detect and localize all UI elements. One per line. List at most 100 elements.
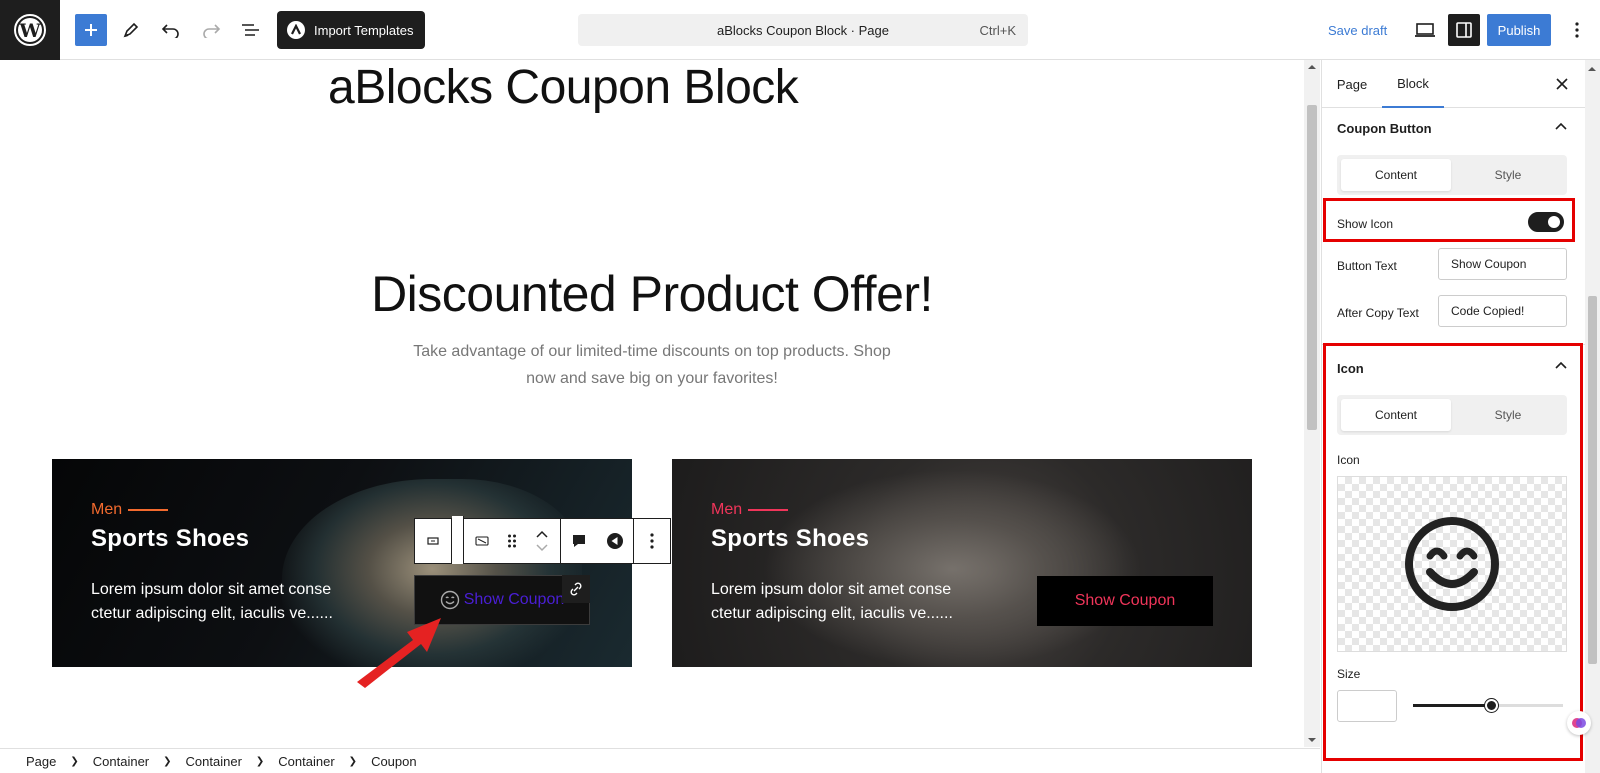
chevron-right-icon: ❯ (255, 755, 265, 767)
drag-handle[interactable] (500, 519, 524, 563)
chevron-up-icon[interactable] (536, 530, 548, 538)
card-description: Lorem ipsum dolor sit amet conse ctetur … (91, 581, 333, 622)
size-number-input[interactable] (1337, 690, 1397, 722)
document-title: aBlocks Coupon Block · Page (717, 23, 889, 38)
card-category-label: Men (711, 501, 743, 518)
ablocks-ai-button[interactable] (597, 519, 633, 563)
breadcrumb-item[interactable]: Page (26, 754, 56, 769)
svg-text:W: W (18, 20, 41, 42)
comment-button[interactable] (561, 519, 597, 563)
coupon-block-icon (475, 536, 489, 546)
section-subtitle[interactable]: Take advantage of our limited-time disco… (402, 338, 902, 392)
card-title: Sports Shoes (711, 525, 870, 552)
block-move-group (464, 519, 561, 563)
editor-canvas[interactable]: aBlocks Coupon Block Discounted Product … (0, 60, 1304, 747)
sidebar-scrollbar[interactable] (1585, 60, 1600, 773)
chevron-up-icon[interactable] (1555, 121, 1567, 133)
highlight-box (1323, 198, 1575, 242)
icon-content-style-tabs: Content Style (1337, 395, 1567, 435)
tab-page[interactable]: Page (1322, 60, 1382, 108)
sidebar-tabs: Page Block (1322, 60, 1585, 108)
document-overview-button[interactable] (235, 14, 267, 46)
undo-button[interactable] (155, 14, 187, 46)
block-toolbar (414, 516, 671, 564)
icon-picker[interactable] (1337, 476, 1567, 652)
scroll-up-icon[interactable] (1307, 64, 1317, 70)
more-options-button[interactable] (1565, 14, 1589, 46)
chevron-right-icon: ❯ (348, 755, 358, 767)
plus-icon (85, 24, 97, 36)
settings-toggle-button[interactable] (1448, 14, 1480, 46)
scroll-up-icon[interactable] (1587, 66, 1597, 72)
chevron-right-icon: ❯ (70, 755, 79, 767)
publish-button[interactable]: Publish (1487, 14, 1551, 46)
tab-style[interactable]: Style (1453, 399, 1563, 431)
breadcrumb-item[interactable]: Container (186, 754, 242, 769)
preview-button[interactable] (1409, 14, 1441, 46)
wordpress-logo-button[interactable]: W (0, 0, 60, 60)
shortcut-hint: Ctrl+K (979, 23, 1016, 38)
panel-title-icon[interactable]: Icon (1337, 361, 1364, 376)
chevron-up-icon[interactable] (1555, 360, 1567, 372)
chevron-down-icon[interactable] (536, 544, 548, 552)
tab-style[interactable]: Style (1453, 159, 1563, 191)
toolbar-gap (452, 516, 464, 564)
kebab-menu-icon (650, 533, 654, 549)
show-coupon-label: Show Coupon (1074, 592, 1176, 609)
list-view-icon (242, 24, 259, 36)
command-palette-bar[interactable]: aBlocks Coupon Block · Page Ctrl+K (578, 14, 1028, 46)
show-coupon-label: Show Coupon (463, 591, 565, 608)
pencil-icon (123, 22, 139, 38)
tab-content[interactable]: Content (1341, 159, 1451, 191)
save-draft-button[interactable]: Save draft (1328, 23, 1387, 38)
breadcrumb-item[interactable]: Container (93, 754, 149, 769)
size-slider-thumb[interactable] (1485, 699, 1498, 712)
card-title: Sports Shoes (91, 525, 250, 552)
after-copy-text-input[interactable]: Code Copied! (1438, 295, 1567, 327)
parent-select-group (415, 519, 452, 563)
show-coupon-button[interactable]: Show Coupon (1037, 576, 1213, 626)
import-templates-label: Import Templates (314, 22, 414, 38)
redo-icon (203, 24, 221, 38)
size-slider[interactable] (1413, 699, 1563, 712)
editor-scrollbar-thumb[interactable] (1307, 105, 1317, 430)
block-options-group (634, 519, 670, 563)
annotation-arrow-icon (357, 618, 441, 688)
link-edit-button[interactable] (562, 575, 590, 603)
button-text-input[interactable]: Show Coupon (1438, 248, 1567, 280)
desktop-icon (1415, 23, 1435, 37)
editor-scrollbar[interactable] (1304, 60, 1320, 747)
tools-button[interactable] (115, 14, 147, 46)
smile-icon (1405, 517, 1499, 611)
comment-icon (573, 535, 585, 547)
ablocks-logo-icon (287, 21, 305, 39)
breadcrumb-item[interactable]: Container (278, 754, 334, 769)
undo-icon (161, 24, 179, 38)
page-title[interactable]: aBlocks Coupon Block (328, 60, 799, 115)
size-label: Size (1337, 667, 1361, 681)
coupon-button-content-style-tabs: Content Style (1337, 155, 1567, 195)
select-parent-button[interactable] (415, 519, 451, 563)
add-block-button[interactable] (75, 14, 107, 46)
panel-title-coupon-button[interactable]: Coupon Button (1337, 121, 1432, 136)
category-line (748, 509, 789, 511)
coupon-card-men-2[interactable]: Men Sports Shoes Lorem ipsum dolor sit a… (672, 459, 1252, 667)
block-options-button[interactable] (634, 519, 670, 563)
card-description: Lorem ipsum dolor sit amet conse ctetur … (711, 581, 953, 622)
sidebar-scrollbar-thumb[interactable] (1588, 296, 1597, 664)
brain-icon (1572, 718, 1586, 728)
block-type-button[interactable] (464, 519, 500, 563)
tab-content[interactable]: Content (1341, 399, 1451, 431)
section-heading[interactable]: Discounted Product Offer! (0, 265, 1304, 323)
close-icon (1556, 78, 1568, 90)
import-templates-button[interactable]: Import Templates (277, 11, 425, 49)
ai-assistant-button[interactable] (1567, 711, 1591, 735)
after-copy-text-label: After Copy Text (1337, 306, 1419, 320)
sidebar-icon (1456, 22, 1472, 38)
tab-block[interactable]: Block (1382, 60, 1444, 108)
breadcrumb-item[interactable]: Coupon (371, 754, 417, 769)
move-buttons (524, 519, 560, 563)
scroll-down-icon[interactable] (1307, 737, 1317, 743)
close-sidebar-button[interactable] (1552, 74, 1572, 94)
redo-button[interactable] (195, 14, 227, 46)
